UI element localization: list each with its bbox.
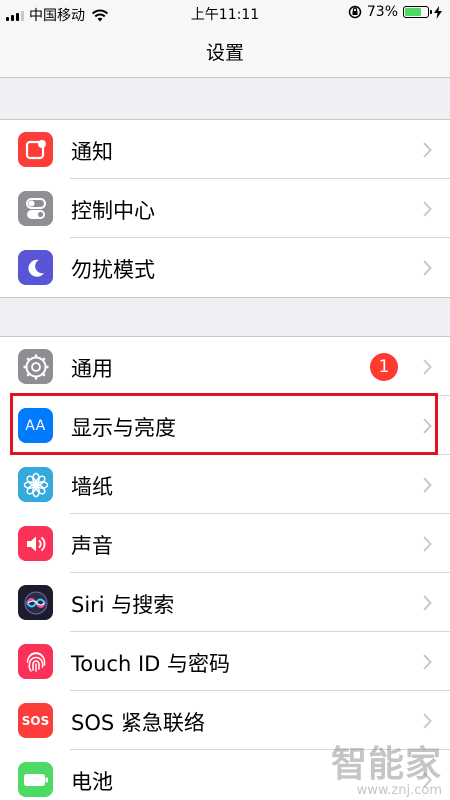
row-label: 显示与亮度 bbox=[71, 416, 176, 440]
chevron-right-icon bbox=[423, 595, 432, 611]
chevron-right-icon bbox=[423, 713, 432, 729]
settings-row-touch-id[interactable]: Touch ID 与密码 bbox=[0, 632, 450, 691]
chevron-right-icon bbox=[423, 201, 432, 217]
settings-row-display-brightness[interactable]: AA 显示与亮度 bbox=[0, 396, 450, 455]
watermark: 智能家 www.znj.com bbox=[331, 735, 442, 798]
chevron-right-icon bbox=[423, 260, 432, 276]
notifications-icon bbox=[18, 132, 53, 167]
settings-row-general[interactable]: 通用 1 bbox=[0, 337, 450, 396]
row-label: 声音 bbox=[71, 534, 113, 558]
charging-icon bbox=[434, 5, 442, 19]
row-label: Siri 与搜索 bbox=[71, 593, 175, 617]
orientation-lock-icon bbox=[348, 5, 362, 19]
control-center-icon bbox=[18, 191, 53, 226]
battery-percent: 73% bbox=[366, 4, 398, 20]
watermark-logo: 智能家 bbox=[330, 744, 442, 785]
battery-setting-icon bbox=[18, 762, 53, 797]
chevron-right-icon bbox=[423, 418, 432, 434]
chevron-right-icon bbox=[423, 536, 432, 552]
icon-text: SOS bbox=[21, 713, 50, 728]
siri-icon bbox=[18, 585, 53, 620]
settings-row-wallpaper[interactable]: 墙纸 bbox=[0, 455, 450, 514]
settings-row-control-center[interactable]: 控制中心 bbox=[0, 179, 450, 238]
chevron-right-icon bbox=[423, 654, 432, 670]
navigation-bar: 设置 bbox=[0, 26, 450, 78]
fingerprint-icon bbox=[18, 644, 53, 679]
row-label: 墙纸 bbox=[71, 475, 113, 499]
settings-row-sounds[interactable]: 声音 bbox=[0, 514, 450, 573]
row-label: Touch ID 与密码 bbox=[71, 652, 230, 676]
sos-icon: SOS bbox=[18, 703, 53, 738]
speaker-icon bbox=[18, 526, 53, 561]
wallpaper-flower-icon bbox=[18, 467, 53, 502]
status-bar: 中国移动 上午11:11 73% bbox=[0, 0, 450, 26]
settings-group-1: 通知 控制中心 勿扰模式 bbox=[0, 119, 450, 298]
moon-icon bbox=[18, 250, 53, 285]
settings-row-siri-search[interactable]: Siri 与搜索 bbox=[0, 573, 450, 632]
display-brightness-icon: AA bbox=[18, 408, 53, 443]
settings-group-2: 通用 1 AA 显示与亮度 墙纸 声音 Siri 与搜索 Touch ID 与密… bbox=[0, 336, 450, 800]
icon-text: AA bbox=[25, 417, 46, 434]
gear-icon bbox=[18, 349, 53, 384]
settings-row-do-not-disturb[interactable]: 勿扰模式 bbox=[0, 238, 450, 297]
settings-screen: 中国移动 上午11:11 73% 设置 通知 控制中心 勿扰模式 通用 1 AA… bbox=[0, 0, 450, 800]
chevron-right-icon bbox=[423, 142, 432, 158]
chevron-right-icon bbox=[423, 359, 432, 375]
row-label: 勿扰模式 bbox=[71, 258, 155, 282]
row-label: 电池 bbox=[71, 770, 113, 794]
row-label: SOS 紧急联络 bbox=[71, 711, 205, 735]
row-label: 通用 bbox=[71, 357, 113, 381]
chevron-right-icon bbox=[423, 477, 432, 493]
row-label: 控制中心 bbox=[71, 199, 155, 223]
notification-badge: 1 bbox=[370, 353, 398, 381]
page-title: 设置 bbox=[205, 42, 244, 64]
row-label: 通知 bbox=[71, 140, 113, 164]
settings-row-notifications[interactable]: 通知 bbox=[0, 120, 450, 179]
battery-icon bbox=[403, 6, 432, 18]
